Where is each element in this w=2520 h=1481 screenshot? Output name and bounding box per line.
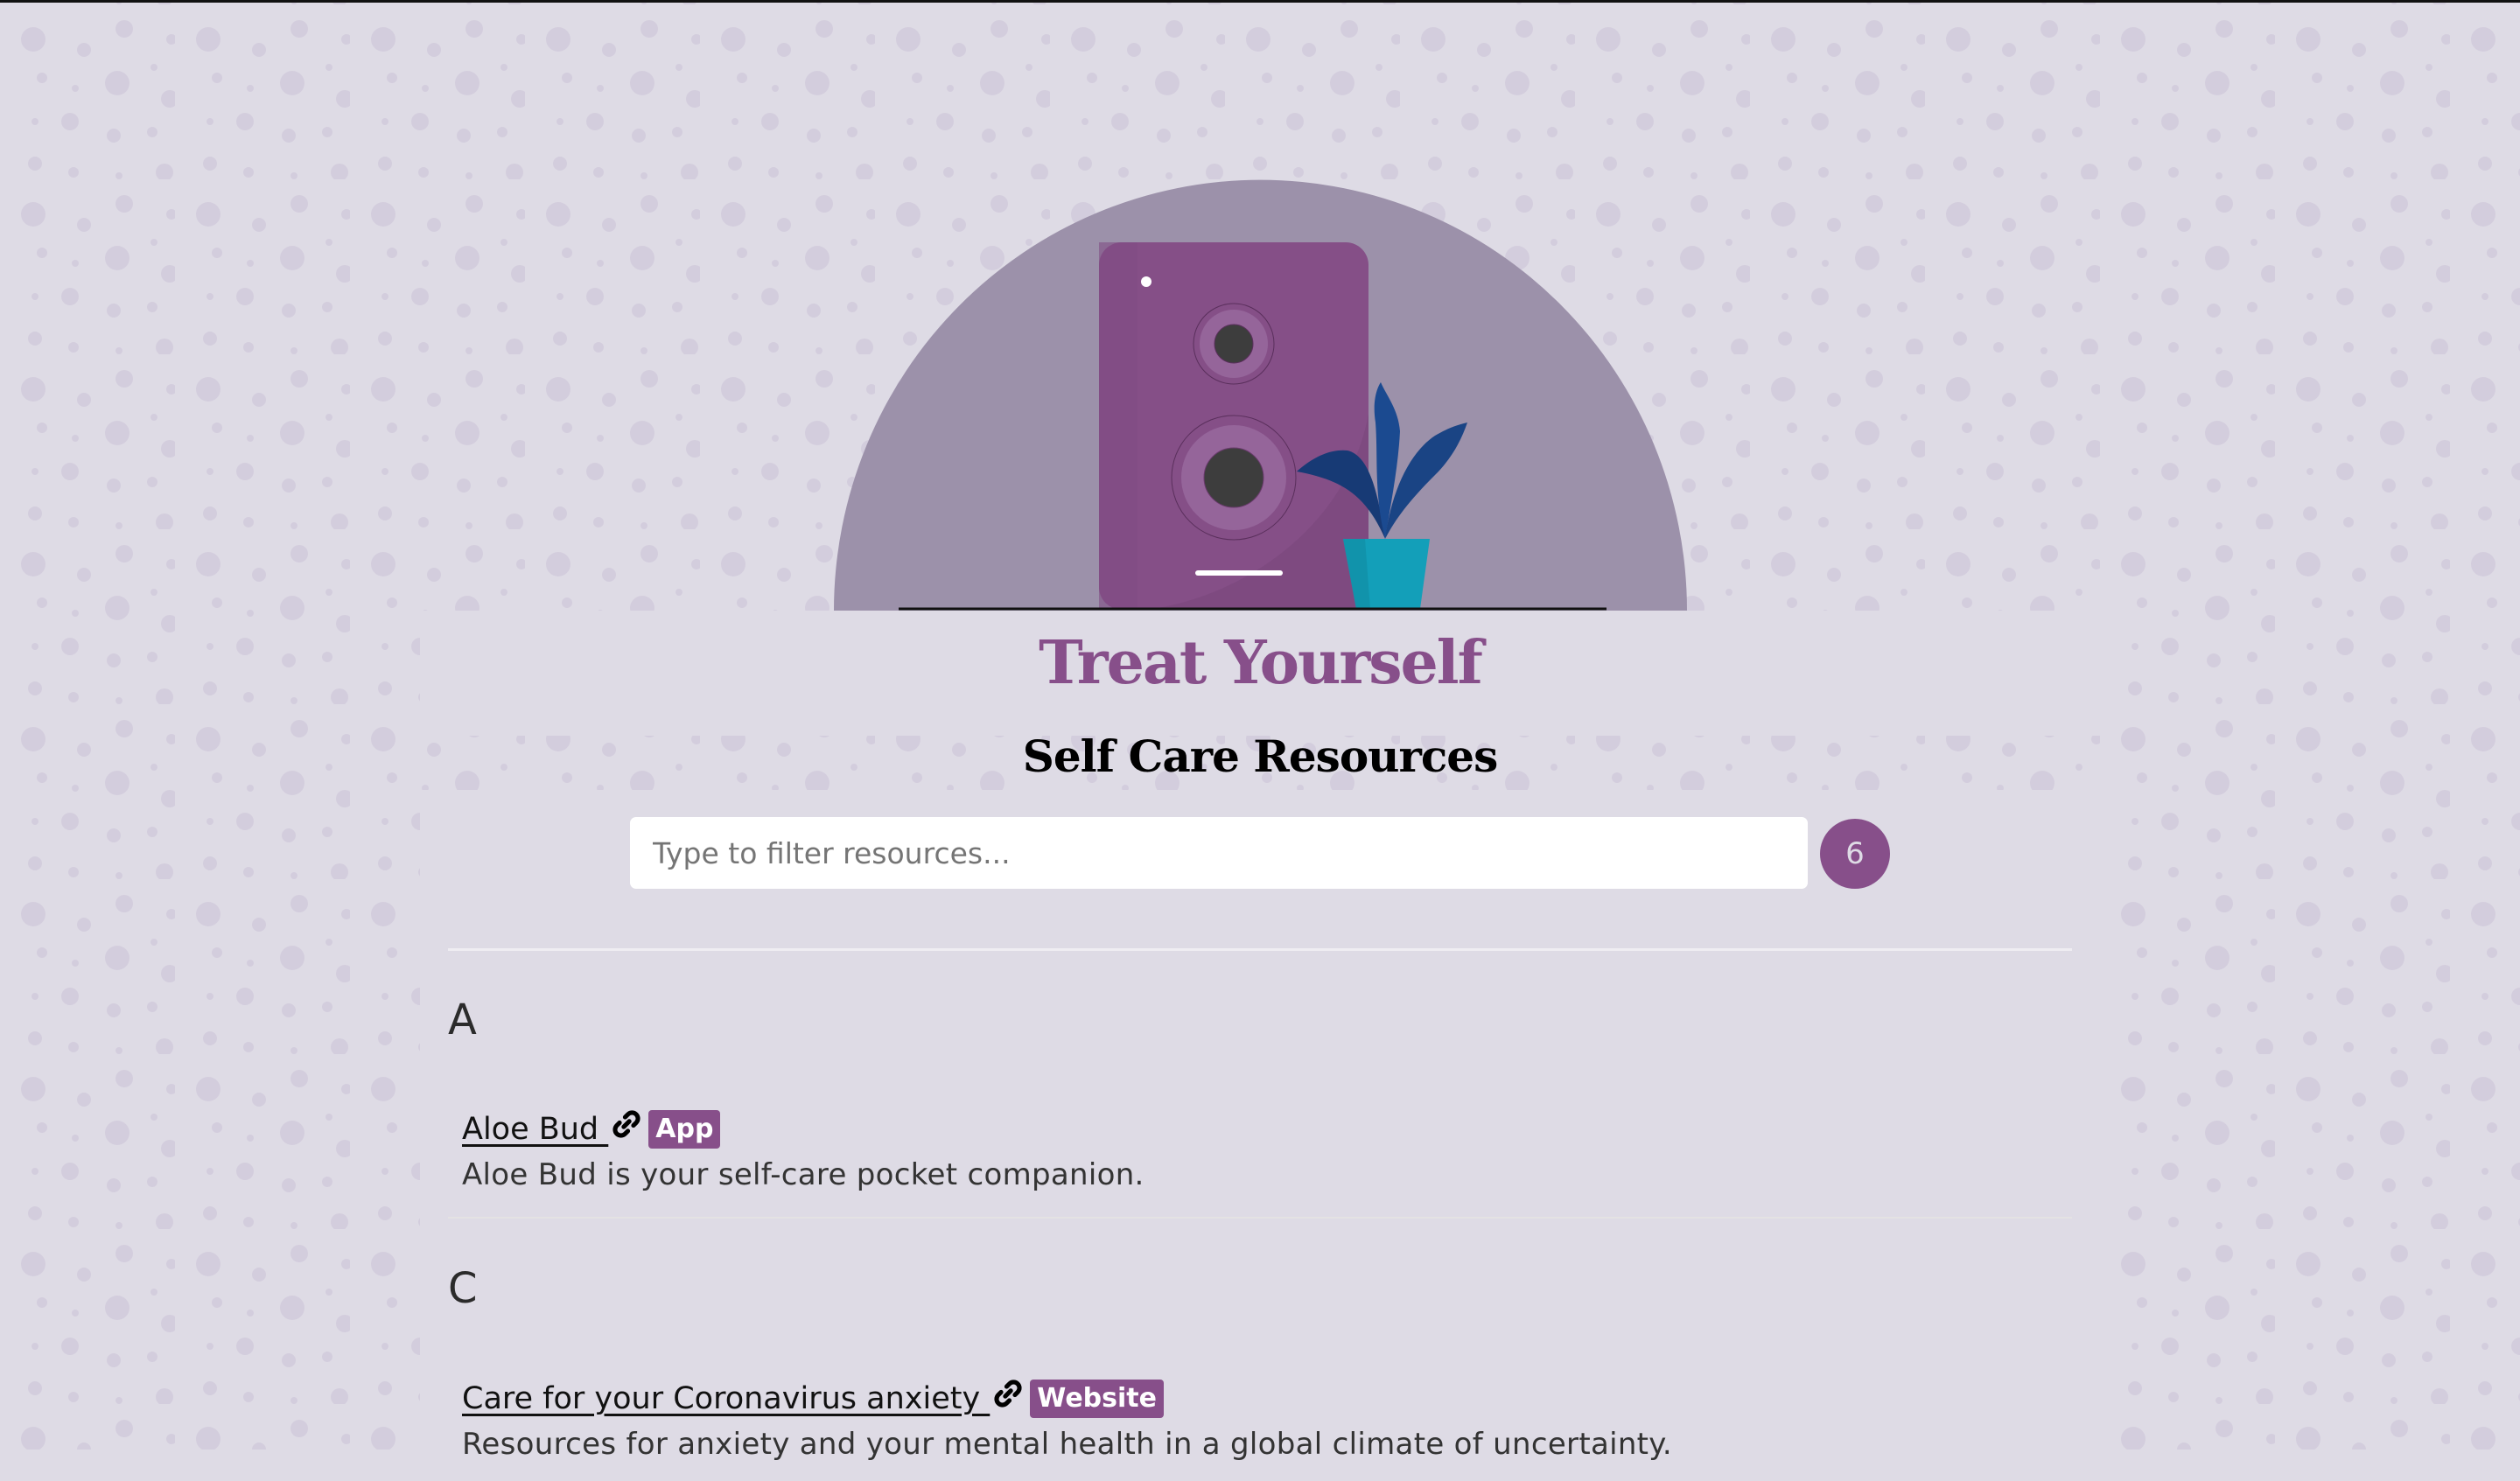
resource-type-badge: App [648,1110,721,1149]
resource-card: Care for your Coronavirus anxiety Websit… [448,1376,2072,1481]
divider [448,948,2072,951]
link-icon [612,1110,640,1138]
pot-icon [1343,539,1430,609]
result-count-badge: 6 [1820,819,1890,889]
speaker-icon [1099,242,1368,610]
link-icon [994,1380,1022,1408]
section-heading-a: A [448,995,477,1044]
resource-link[interactable]: Care for your Coronavirus anxiety [462,1381,990,1416]
filter-resources-input[interactable] [630,817,1808,889]
page-subtitle: Self Care Resources [1022,730,1499,782]
site-title: Treat Yourself [1039,628,1483,698]
resource-link[interactable]: Aloe Bud [462,1112,608,1147]
hero-illustration [834,179,1687,611]
resource-description: Resources for anxiety and your mental he… [462,1427,1672,1462]
woofer [1203,447,1264,508]
resource-description: Aloe Bud is your self-care pocket compan… [462,1157,1144,1192]
resource-card: Aloe Bud App Aloe Bud is your self-care … [448,1107,2072,1219]
section-heading-c: C [448,1264,478,1313]
resource-type-badge: Website [1030,1380,1164,1418]
tweeter [1214,324,1254,364]
speaker-power-dot [1141,276,1152,287]
